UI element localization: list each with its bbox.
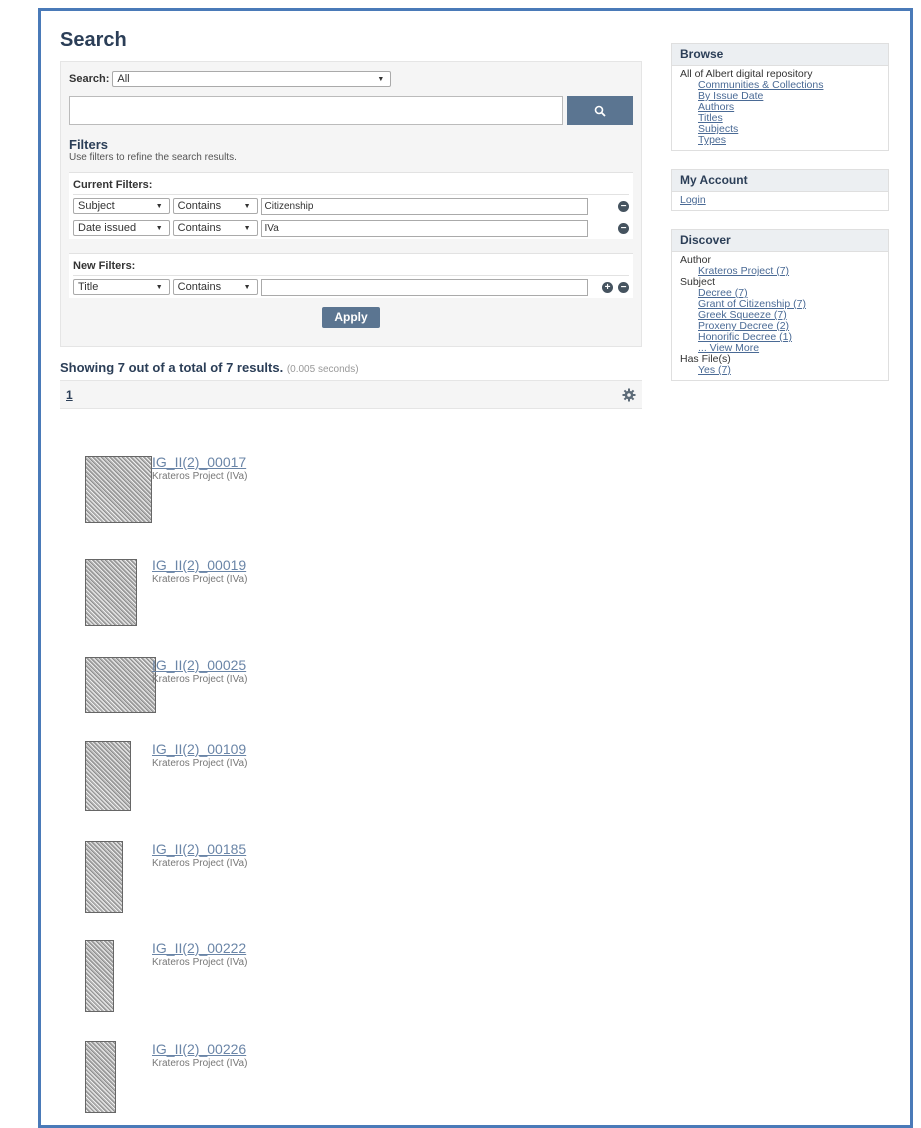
result-title-link[interactable]: IG_II(2)_00019	[152, 557, 246, 573]
filter-row: Subject ▼ Contains ▼ Citizenship −	[73, 195, 629, 217]
result-title-link[interactable]: IG_II(2)_00226	[152, 1041, 246, 1057]
remove-filter-icon[interactable]: −	[618, 222, 629, 234]
search-form: Search: All ▼ Filters Use filters to ref…	[60, 61, 642, 347]
page-link-1[interactable]: 1	[66, 388, 73, 402]
discover-box: Discover Author Krateros Project (7) Sub…	[671, 229, 889, 381]
browse-link-types[interactable]: Types	[680, 135, 880, 146]
new-filters-label: New Filters:	[73, 257, 629, 276]
discover-body: Author Krateros Project (7) Subject Decr…	[672, 252, 888, 380]
search-scope-select[interactable]: All ▼	[112, 71, 392, 87]
results-count: Showing 7 out of a total of 7 results.	[60, 360, 284, 375]
filter-operator-select[interactable]: Contains ▼	[172, 198, 258, 214]
result-thumbnail[interactable]	[85, 741, 131, 811]
filter-field-value: Subject	[78, 200, 115, 212]
result-title-link[interactable]: IG_II(2)_00109	[152, 741, 246, 757]
filter-operator-value: Contains	[177, 200, 222, 212]
browse-body: All of Albert digital repository Communi…	[672, 66, 888, 150]
search-scope-row: Search: All ▼	[69, 68, 633, 90]
filter-field-select[interactable]: Title ▼	[73, 279, 170, 295]
filter-operator-select[interactable]: Contains ▼	[172, 279, 258, 295]
result-subtitle: Krateros Project (IVa)	[152, 674, 248, 685]
apply-button[interactable]: Apply	[322, 307, 380, 328]
chevron-down-icon: ▼	[155, 225, 163, 232]
filter-field-select[interactable]: Subject ▼	[73, 198, 170, 214]
filter-row-buttons: −	[588, 222, 629, 234]
filter-operator-select[interactable]: Contains ▼	[172, 220, 258, 236]
result-subtitle: Krateros Project (IVa)	[152, 758, 248, 769]
account-body: Login	[672, 192, 888, 210]
query-row	[69, 96, 633, 125]
filter-field-select[interactable]: Date issued ▼	[73, 220, 170, 236]
sidebar: Browse All of Albert digital repository …	[671, 43, 889, 399]
chevron-down-icon: ▼	[243, 284, 251, 291]
result-title-link[interactable]: IG_II(2)_00185	[152, 841, 246, 857]
account-title: My Account	[672, 170, 888, 192]
filter-row-buttons: −	[588, 200, 629, 212]
search-input[interactable]	[69, 96, 563, 125]
chevron-down-icon: ▼	[155, 284, 163, 291]
current-filters-label: Current Filters:	[73, 176, 629, 195]
filter-field-value: Title	[78, 281, 99, 293]
filter-row: Date issued ▼ Contains ▼ IVa −	[73, 217, 629, 239]
remove-filter-icon[interactable]: −	[618, 200, 629, 212]
filter-value-input[interactable]	[260, 278, 588, 296]
browse-box: Browse All of Albert digital repository …	[671, 43, 889, 151]
remove-filter-icon[interactable]: −	[618, 281, 629, 293]
account-box: My Account Login	[671, 169, 889, 211]
result-title-link[interactable]: IG_II(2)_00222	[152, 940, 246, 956]
browse-title: Browse	[672, 44, 888, 66]
result-thumbnail[interactable]	[85, 841, 123, 913]
chevron-down-icon: ▼	[377, 76, 385, 83]
filter-value-input[interactable]: Citizenship	[260, 197, 588, 215]
login-link[interactable]: Login	[680, 195, 880, 206]
main-content: Search Search: All ▼ Filters Use filters…	[60, 26, 642, 1113]
page-frame: Search Search: All ▼ Filters Use filters…	[38, 8, 913, 1128]
filter-operator-value: Contains	[177, 281, 222, 293]
chevron-down-icon: ▼	[243, 203, 251, 210]
results-time: (0.005 seconds)	[286, 364, 359, 375]
search-scope-label: Search:	[69, 73, 110, 85]
current-filters-panel: Current Filters: Subject ▼ Contains ▼ Citi…	[69, 172, 633, 239]
page-title: Search	[60, 29, 127, 51]
result-thumbnail[interactable]	[85, 657, 156, 713]
results-summary: Showing 7 out of a total of 7 results. (…	[60, 360, 642, 375]
result-subtitle: Krateros Project (IVa)	[152, 858, 248, 869]
result-thumbnail[interactable]	[85, 456, 152, 523]
discover-hasfile-link[interactable]: Yes (7)	[680, 365, 880, 376]
add-filter-icon[interactable]: +	[602, 281, 613, 293]
pagination-bar: 1	[60, 380, 642, 409]
filter-operator-value: Contains	[177, 222, 222, 234]
filter-row-buttons: + −	[588, 281, 629, 293]
result-subtitle: Krateros Project (IVa)	[152, 957, 248, 968]
filter-field-value: Date issued	[78, 222, 137, 234]
result-subtitle: Krateros Project (IVa)	[152, 574, 248, 585]
discover-title: Discover	[672, 230, 888, 252]
result-title-link[interactable]: IG_II(2)_00017	[152, 454, 246, 470]
filter-row: Title ▼ Contains ▼ + −	[73, 276, 629, 298]
search-button[interactable]	[567, 96, 633, 125]
search-scope-value: All	[117, 73, 130, 85]
result-subtitle: Krateros Project (IVa)	[152, 1058, 248, 1069]
filters-title: Filters	[69, 137, 109, 152]
search-icon	[594, 105, 606, 117]
filter-value-input[interactable]: IVa	[260, 219, 588, 237]
new-filters-panel: New Filters: Title ▼ Contains ▼ + −	[69, 253, 633, 298]
gear-icon[interactable]	[622, 388, 636, 402]
chevron-down-icon: ▼	[243, 225, 251, 232]
chevron-down-icon: ▼	[155, 203, 163, 210]
result-subtitle: Krateros Project (IVa)	[152, 471, 248, 482]
result-title-link[interactable]: IG_II(2)_00025	[152, 657, 246, 673]
filters-help: Use filters to refine the search results…	[69, 152, 237, 163]
result-thumbnail[interactable]	[85, 559, 137, 626]
result-thumbnail[interactable]	[85, 940, 114, 1012]
result-thumbnail[interactable]	[85, 1041, 116, 1113]
